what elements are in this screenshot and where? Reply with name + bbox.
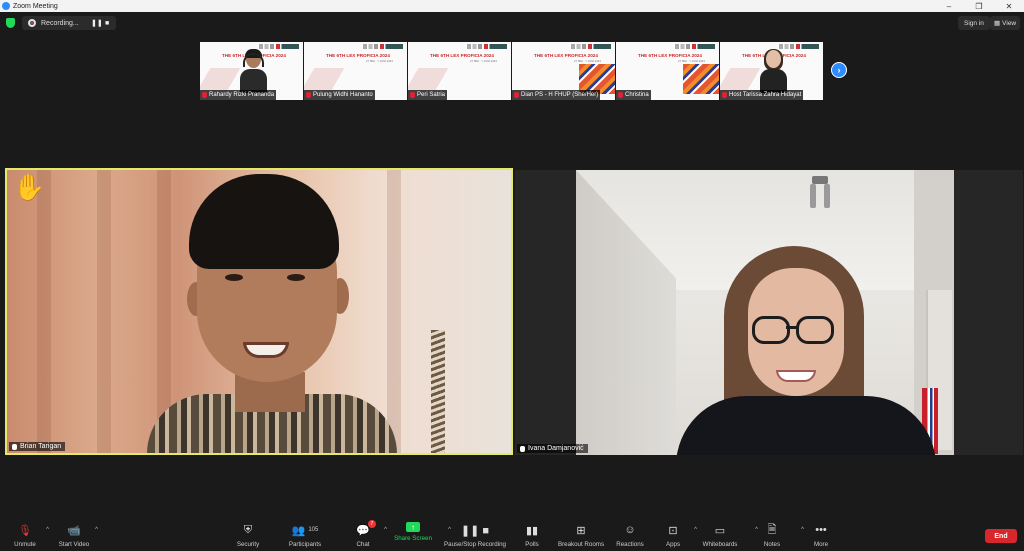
slide-subtitle: 27 MEI · 7 JUNI 2024 (678, 59, 705, 63)
participant-name: Dian PS - H FHUP (She/Her) (521, 92, 599, 98)
share-screen-icon: ↑ (406, 522, 420, 532)
slide-subtitle: 27 MEI · 7 JUNI 2024 (366, 59, 393, 63)
pause-stop-recording-button[interactable]: ❚❚ ■ Pause/Stop Recording (443, 522, 507, 549)
more-button[interactable]: ••• More (789, 522, 853, 548)
end-meeting-button[interactable]: End (985, 529, 1017, 543)
notes-icon: 🗎 (767, 523, 777, 536)
participant-thumbnail[interactable]: THE 6TH LEX PROFICIA 2024 27 MEI · 7 JUN… (304, 42, 407, 100)
participant-video (240, 49, 267, 94)
slide-title: THE 6TH LEX PROFICIA 2024 (638, 53, 702, 58)
video-options-caret-icon[interactable]: ^ (95, 527, 98, 533)
video-off-icon: 📹 (67, 524, 81, 537)
participant-thumbnail[interactable]: THE 6TH LEX PROFICIA 2024 27 MEI · 7 JUN… (512, 42, 615, 100)
breakout-rooms-icon: ⊞ (576, 524, 586, 537)
stop-recording-icon[interactable]: ■ (105, 20, 109, 27)
participant-video (760, 49, 787, 94)
participant-thumbnail[interactable]: THE 6TH LEX PROFICIA 2024 27 MEI · 7 JUN… (616, 42, 719, 100)
title-bar: Zoom Meeting – ❐ ✕ (0, 0, 1024, 12)
bar-chart-icon: ▮▮ (525, 524, 539, 537)
muted-mic-icon (410, 92, 415, 98)
shield-icon: ⛨ (243, 523, 253, 536)
participant-video-feed (576, 170, 954, 455)
maximize-button[interactable]: ❐ (964, 0, 994, 12)
recording-dot-icon (28, 19, 36, 27)
participant-video-tile[interactable]: Ivana Damjanović (515, 170, 1023, 455)
muted-mic-icon (202, 92, 207, 98)
slide-title: THE 6TH LEX PROFICIA 2024 (430, 53, 494, 58)
apps-icon: ⊡ (668, 524, 678, 537)
participants-count: 105 (308, 527, 319, 533)
meeting-top-bar: Recording... ❚❚ ■ Sign in ▦ View (0, 12, 1024, 34)
participant-name: Christina (625, 92, 649, 98)
muted-mic-icon (618, 92, 623, 98)
mic-icon (520, 445, 525, 452)
minimize-button[interactable]: – (934, 0, 964, 12)
participant-name: Rahardy Rizki Prananda (209, 92, 275, 98)
view-button[interactable]: ▦ View (990, 16, 1021, 30)
recording-indicator: Recording... ❚❚ ■ (22, 16, 116, 30)
sponsor-logos (259, 44, 299, 49)
muted-mic-icon (306, 92, 311, 98)
participant-thumbnail[interactable]: THE 6TH LEX PROFICIA 2024 27 MEI · 7 JUN… (408, 42, 511, 100)
close-button[interactable]: ✕ (994, 0, 1024, 12)
share-screen-button[interactable]: ↑ Share Screen ^ (381, 522, 451, 542)
mic-icon (12, 443, 17, 450)
window-controls: – ❐ ✕ (934, 0, 1024, 12)
whiteboard-icon: ▭ (714, 524, 726, 537)
chevron-right-icon: › (837, 65, 841, 75)
meeting-toolbar: 🎙 Unmute ^ 📹 Start Video ^ ⛨ Security 👥 1… (0, 520, 1024, 551)
muted-mic-icon (722, 92, 727, 98)
participant-name-tag: Brian Tarigan (9, 442, 66, 451)
emoji-icon: ☺ (624, 524, 636, 536)
active-speaker-video[interactable]: ✋ Brian Tarigan (5, 168, 513, 455)
participant-video-feed (147, 174, 397, 453)
muted-microphone-icon: 🎙 (18, 524, 32, 537)
participants-button[interactable]: 👥 105 Participants (273, 522, 337, 549)
grid-view-icon: ▦ (994, 20, 1001, 27)
participant-thumbnail[interactable]: THE 6TH LEX PROFICIA 2024 Rahardy Rizki … (200, 42, 303, 100)
pause-stop-icon: ❚❚ ■ (460, 524, 490, 537)
sponsor-logos (779, 44, 819, 49)
muted-mic-icon (514, 92, 519, 98)
slide-subtitle: 27 MEI · 7 JUNI 2024 (574, 59, 601, 63)
next-page-button[interactable]: › (831, 62, 847, 78)
more-dots-icon: ••• (815, 524, 827, 536)
sponsor-logos (363, 44, 403, 49)
participant-name: Peri Satria (417, 92, 446, 98)
slide-subtitle: 27 MEI · 7 JUNI 2024 (470, 59, 497, 63)
zoom-logo-icon (2, 2, 10, 10)
participant-thumbnail[interactable]: THE 6TH LEX PROFICIA 2024 Host Tarissa Z… (720, 42, 823, 100)
participants-icon: 👥 105 (291, 524, 319, 537)
raised-hand-icon: ✋ (13, 172, 46, 202)
slide-title: THE 6TH LEX PROFICIA 2024 (534, 53, 598, 58)
window-title: Zoom Meeting (13, 2, 58, 10)
chat-bubble-icon: 💬 7 (356, 520, 376, 538)
participant-name-tag: Ivana Damjanović (517, 444, 588, 453)
sponsor-logos (675, 44, 715, 49)
participant-name: Brian Tarigan (20, 443, 62, 450)
security-shield-icon[interactable] (6, 18, 15, 28)
participant-thumbnail-strip: THE 6TH LEX PROFICIA 2024 Rahardy Rizki … (200, 42, 823, 100)
sign-in-button[interactable]: Sign in (958, 16, 990, 30)
chat-unread-badge: 7 (367, 520, 376, 528)
slide-title: THE 6TH LEX PROFICIA 2024 (326, 53, 390, 58)
participant-name: Ivana Damjanović (528, 445, 584, 452)
recording-label: Recording... (41, 19, 79, 27)
security-button[interactable]: ⛨ Security (216, 522, 280, 549)
sponsor-logos (467, 44, 507, 49)
pause-recording-icon[interactable]: ❚❚ (91, 19, 103, 27)
participant-name: Host Tarissa Zahra Hidayat (729, 92, 802, 98)
start-video-button[interactable]: 📹 Start Video ^ (42, 522, 106, 549)
view-label: View (1002, 19, 1017, 27)
sponsor-logos (571, 44, 611, 49)
participant-name: Pulung Widhi Hananto (313, 92, 373, 98)
